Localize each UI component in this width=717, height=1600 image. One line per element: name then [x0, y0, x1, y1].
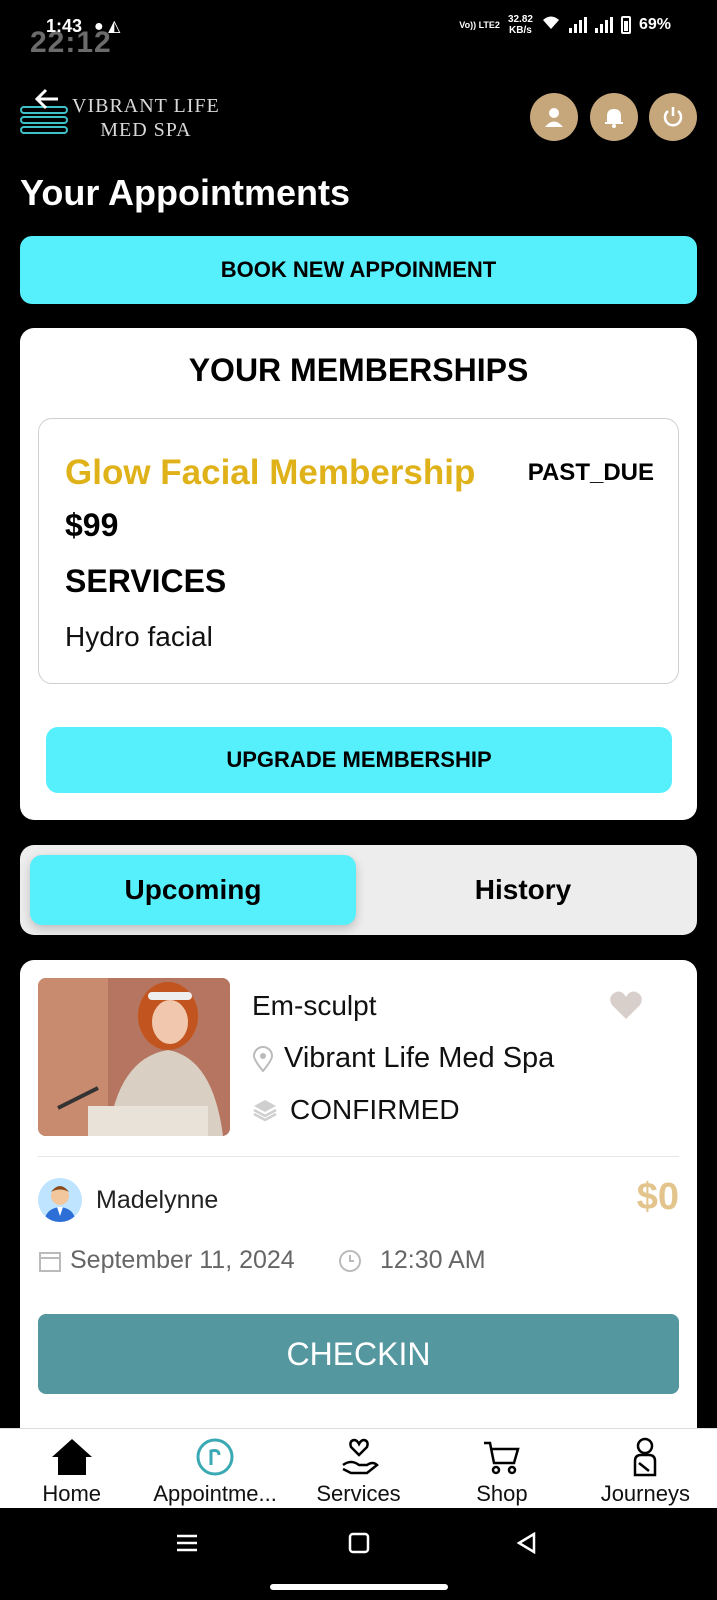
staff-avatar: [38, 1178, 82, 1222]
power-icon: [663, 107, 683, 127]
wifi-icon: [541, 15, 561, 36]
membership-price: $99: [65, 507, 119, 543]
brand-line-1: VIBRANT LIFE: [72, 95, 220, 117]
nav-journeys-label: Journeys: [600, 1481, 690, 1506]
back-triangle-icon[interactable]: [516, 1530, 538, 1561]
app-header: VIBRANT LIFE MED SPA: [20, 84, 697, 144]
battery-icon: [620, 16, 631, 34]
staff-name: Madelynne: [96, 1186, 219, 1214]
brand-name: VIBRANT LIFE MED SPA: [72, 94, 220, 142]
status-time: 1:43: [46, 16, 83, 36]
heart-icon[interactable]: [609, 990, 643, 1020]
location-pin-icon: [252, 1045, 274, 1072]
location-name: Vibrant Life Med Spa: [284, 1042, 555, 1074]
status-right: Vo)) LTE2 32.82 KB/s 69%: [459, 14, 671, 36]
appointment-price: $0: [636, 1176, 679, 1218]
nav-appointments-label: Appointme...: [153, 1481, 277, 1506]
battery-percent: 69%: [638, 16, 671, 33]
tab-history[interactable]: History: [360, 855, 686, 925]
divider: [38, 1156, 679, 1157]
profile-button[interactable]: [530, 93, 578, 141]
calendar-icon: [39, 1251, 61, 1272]
speed-value: 32.82: [507, 14, 533, 25]
bottom-nav: Home Appointme... Services Shop Journeys: [0, 1428, 717, 1508]
nav-shop[interactable]: Shop: [430, 1429, 573, 1508]
layers-icon: [253, 1100, 277, 1122]
membership-name: Glow Facial Membership: [65, 453, 476, 492]
speed-unit: KB/s: [509, 25, 532, 36]
nav-home-label: Home: [42, 1481, 102, 1506]
brand-line-2: MED SPA: [100, 119, 192, 141]
services-list: Hydro facial: [65, 621, 213, 652]
appointment-time: 12:30 AM: [338, 1246, 486, 1275]
home-square-icon[interactable]: [348, 1530, 370, 1561]
nav-services[interactable]: Services: [287, 1429, 430, 1508]
appointment-tabs: Upcoming History: [20, 845, 697, 935]
network-speed: 32.82 KB/s: [508, 14, 533, 36]
recent-apps-icon[interactable]: [176, 1530, 198, 1561]
notifications-button[interactable]: [590, 93, 638, 141]
checkin-button[interactable]: CHECKIN: [38, 1314, 679, 1394]
appointments-icon: [196, 1438, 234, 1476]
appointment-date: September 11, 2024: [38, 1246, 295, 1275]
book-appointment-button[interactable]: BOOK NEW APPOINMENT: [20, 236, 697, 304]
system-nav-bar: [0, 1508, 717, 1600]
memberships-title: YOUR MEMBERSHIPS: [188, 352, 529, 388]
back-arrow-icon[interactable]: [32, 84, 62, 122]
membership-item: Glow Facial Membership PAST_DUE $99 SERV…: [38, 418, 679, 684]
appointment-location: Vibrant Life Med Spa: [252, 1042, 554, 1075]
nav-appointments[interactable]: Appointme...: [143, 1429, 286, 1508]
cart-icon: [483, 1441, 520, 1475]
appointment-status: CONFIRMED: [252, 1094, 460, 1126]
chat-icon: ●: [94, 18, 104, 35]
nav-shop-label: Shop: [476, 1481, 528, 1506]
home-icon: [51, 1439, 92, 1475]
service-name: Em-sculpt: [252, 990, 377, 1021]
network-type: Vo)) LTE2: [459, 20, 500, 30]
signal-icon-1: [568, 17, 587, 33]
user-icon: [545, 108, 563, 127]
gesture-bar: [270, 1584, 448, 1590]
signal-icon-2: [594, 17, 613, 33]
notification-icons: ● ◭: [94, 16, 120, 36]
service-image: [38, 978, 230, 1136]
time-text: 12:30 AM: [380, 1246, 486, 1274]
appointment-card[interactable]: Em-sculpt Vibrant Life Med Spa CONFIRMED…: [20, 960, 697, 1430]
services-heading: SERVICES: [65, 563, 227, 599]
status-bar: 22:12 1:43 ● ◭ Vo)) LTE2 32.82 KB/s 69%: [0, 0, 717, 59]
hand-heart-icon: [341, 1438, 379, 1475]
clock-icon: [339, 1249, 361, 1272]
date-text: September 11, 2024: [70, 1246, 295, 1274]
person-icon: [634, 1437, 657, 1477]
nav-services-label: Services: [316, 1481, 401, 1506]
logout-button[interactable]: [649, 93, 697, 141]
status-text: CONFIRMED: [290, 1094, 460, 1125]
membership-status: PAST_DUE: [527, 459, 654, 486]
upgrade-membership-button[interactable]: UPGRADE MEMBERSHIP: [46, 727, 672, 793]
page-title: Your Appointments: [20, 172, 350, 213]
tab-upcoming[interactable]: Upcoming: [30, 855, 356, 925]
bell-icon: [605, 109, 623, 128]
nav-journeys[interactable]: Journeys: [574, 1429, 717, 1508]
sim-alert-icon: ◭: [108, 18, 121, 35]
nav-home[interactable]: Home: [0, 1429, 143, 1508]
